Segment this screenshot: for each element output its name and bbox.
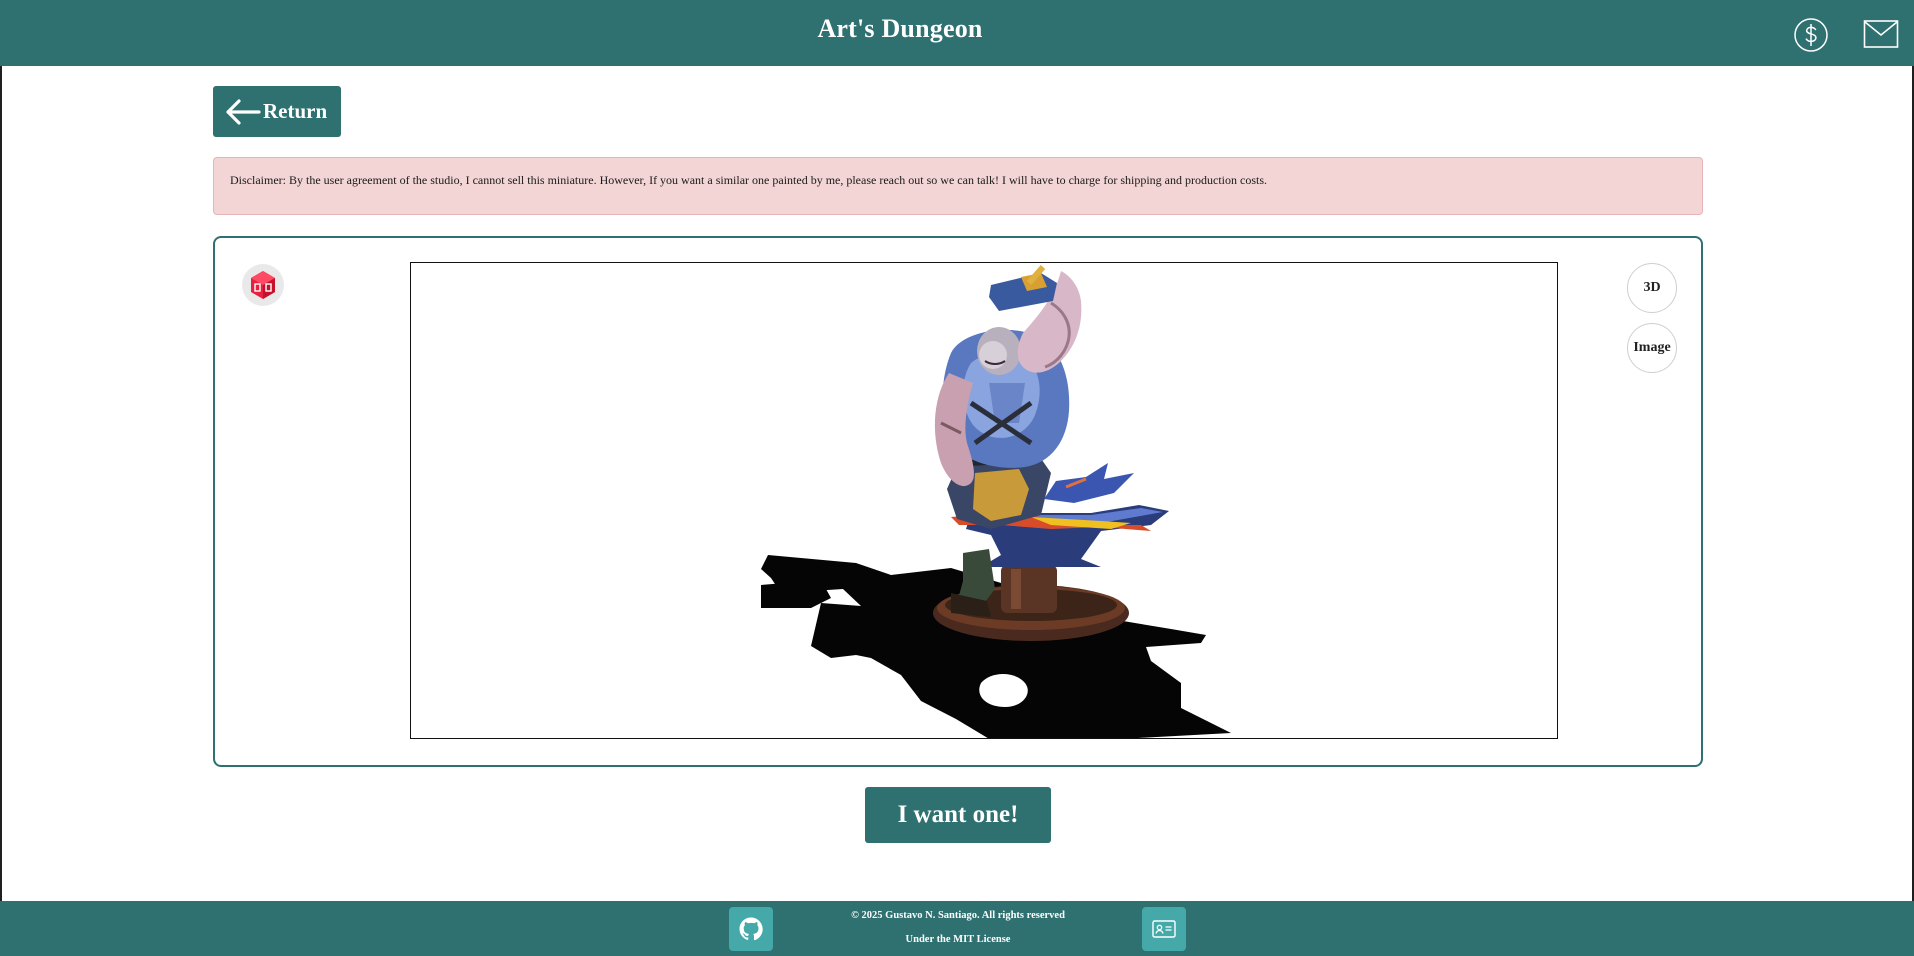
copyright-text: © 2025 Gustavo N. Santiago. All rights r… bbox=[851, 910, 1065, 921]
mode-image-button[interactable]: Image bbox=[1627, 323, 1677, 373]
return-button[interactable]: Return bbox=[213, 86, 341, 137]
ar-cube-icon[interactable] bbox=[242, 264, 284, 306]
mail-icon[interactable] bbox=[1861, 14, 1901, 54]
github-icon[interactable] bbox=[729, 907, 773, 951]
model-viewer-card: 3D Image bbox=[213, 236, 1703, 767]
site-footer: © 2025 Gustavo N. Santiago. All rights r… bbox=[0, 901, 1914, 956]
model-viewport[interactable] bbox=[410, 262, 1558, 739]
mode-3d-button[interactable]: 3D bbox=[1627, 263, 1677, 313]
dollar-icon[interactable] bbox=[1791, 15, 1831, 55]
site-title[interactable]: Art's Dungeon bbox=[0, 14, 1800, 44]
i-want-one-button[interactable]: I want one! bbox=[865, 787, 1051, 843]
contact-card-icon[interactable] bbox=[1142, 907, 1186, 951]
arrow-left-icon bbox=[226, 98, 261, 125]
disclaimer-alert: Disclaimer: By the user agreement of the… bbox=[213, 157, 1703, 215]
return-label: Return bbox=[263, 99, 328, 123]
license-text: Under the MIT License bbox=[905, 934, 1011, 945]
site-header: Art's Dungeon bbox=[0, 0, 1914, 66]
miniature-model-render[interactable] bbox=[411, 263, 1558, 739]
disclaimer-text: Disclaimer: By the user agreement of the… bbox=[230, 173, 1267, 187]
